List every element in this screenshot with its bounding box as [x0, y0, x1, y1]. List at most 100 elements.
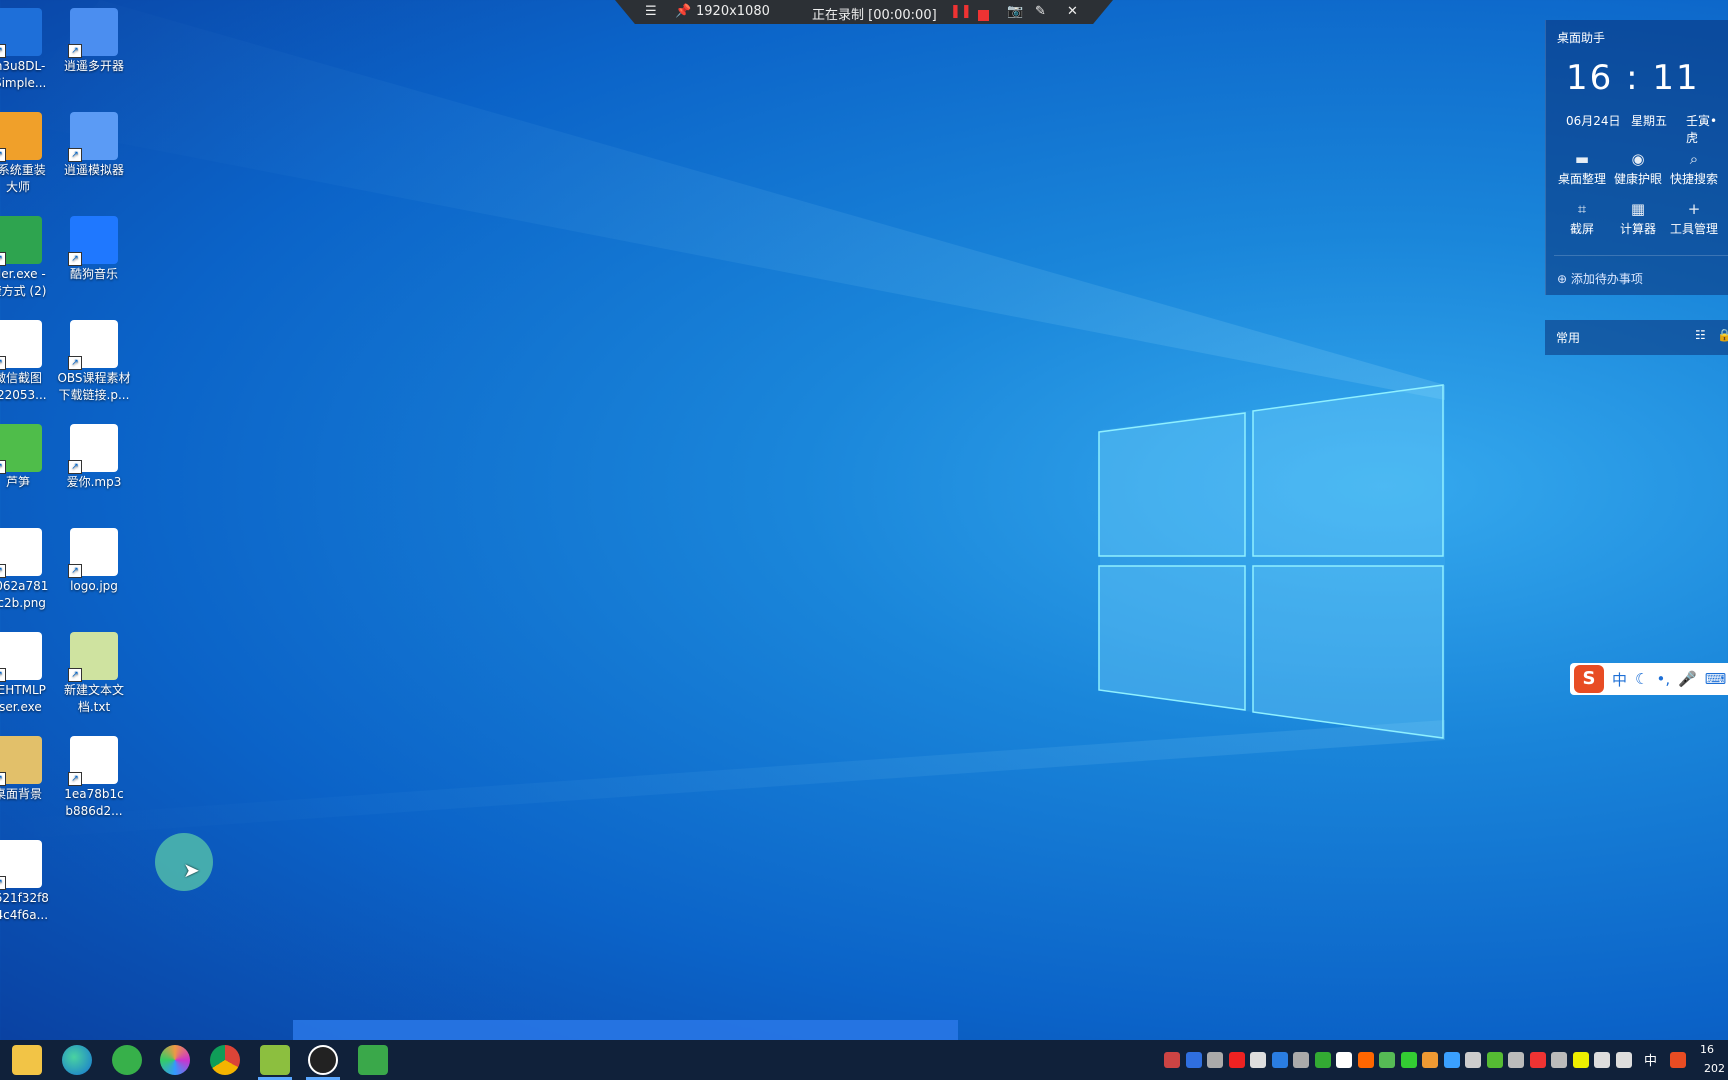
shortcut-arrow-icon: ↗	[68, 148, 82, 162]
tray-app-icon[interactable]	[1594, 1052, 1610, 1068]
moon-icon[interactable]: ☾	[1635, 670, 1648, 688]
tray-app-icon[interactable]	[1207, 1052, 1223, 1068]
tray-app-icon[interactable]	[1486, 1052, 1503, 1068]
tray-app-icon[interactable]	[1293, 1052, 1309, 1068]
tray-app-icon[interactable]	[1615, 1052, 1632, 1068]
assistant-date: 06月24日	[1566, 114, 1621, 128]
close-icon[interactable]: ✕	[1067, 4, 1078, 19]
desktop-icon[interactable]: ↗0系统重装 大师	[0, 112, 60, 196]
pen-icon[interactable]: ✎	[1035, 4, 1046, 19]
tray-app-icon[interactable]	[1185, 1052, 1202, 1068]
desktop-icon[interactable]: ↗m3u8DL- -Simple...	[0, 8, 60, 92]
desktop-icon[interactable]: ↗微信截图 022053...	[0, 320, 60, 404]
desktop-icon[interactable]: ↗EEHTMLP rser.exe	[0, 632, 60, 716]
add-todo-label: 添加待办事项	[1570, 272, 1643, 286]
desktop-icon[interactable]: ↗芦笋	[0, 424, 60, 491]
pin-icon[interactable]: 📌	[675, 4, 691, 19]
desktop-icon[interactable]: ↗ 爱你.mp3	[52, 424, 136, 491]
keyboard-icon[interactable]: ⌨	[1705, 670, 1727, 688]
tray-app-icon[interactable]	[1422, 1052, 1438, 1068]
resolution-label: 1920x1080	[696, 4, 770, 19]
sogou-tray-icon[interactable]	[1670, 1052, 1686, 1068]
desktop-icon[interactable]: ↗ OBS课程素材 下载链接.p...	[52, 320, 136, 404]
tool-calculator[interactable]: ▦ 计算器	[1610, 198, 1666, 237]
pause-icon[interactable]: ❚❚	[950, 4, 972, 19]
colorful-app-icon[interactable]	[160, 1045, 190, 1075]
reinstall-icon: ↗	[0, 112, 42, 162]
desktop-icon[interactable]: ↗ 酷狗音乐	[52, 216, 136, 283]
tray-app-icon[interactable]	[1551, 1052, 1567, 1068]
monitor-icon: ▬	[1574, 150, 1590, 168]
tray-ime-indicator[interactable]: 中	[1644, 1050, 1657, 1069]
tray-app-icon[interactable]	[1465, 1052, 1481, 1068]
desktop-icon-label: d621f32f8 44c4f6a...	[0, 891, 49, 922]
chrome-icon[interactable]	[210, 1045, 240, 1075]
tray-app-icon[interactable]	[1164, 1052, 1180, 1068]
desktop-icon[interactable]: ↗ 新建文本文 档.txt	[52, 632, 136, 716]
recording-status: 正在录制 [00:00:00]	[812, 8, 937, 23]
tray-app-icon[interactable]	[1572, 1052, 1589, 1068]
tray-app-icon[interactable]	[1508, 1052, 1524, 1068]
tray-app-icon[interactable]	[1357, 1052, 1374, 1068]
green-app-icon[interactable]	[358, 1045, 388, 1075]
tray-app-icon[interactable]	[1379, 1052, 1395, 1068]
common-section-header[interactable]: 常用 ☷ 🔒	[1545, 320, 1728, 355]
desktop-icon[interactable]: ↗dler.exe - 捷方式 (2)	[0, 216, 60, 300]
kugou-icon: ↗	[68, 216, 118, 266]
tray-app-icon[interactable]	[1228, 1052, 1245, 1068]
n-app-icon: ↗	[0, 8, 42, 58]
camera-icon[interactable]: 📷	[1007, 4, 1023, 19]
desktop-icon-label: dler.exe - 捷方式 (2)	[0, 267, 47, 298]
green-browser-icon[interactable]	[112, 1045, 142, 1075]
tray-app-icon[interactable]	[1443, 1052, 1460, 1068]
assistant-title: 桌面助手	[1557, 31, 1606, 45]
wallpaper-beams	[0, 0, 1445, 840]
tool-label: 计算器	[1619, 222, 1656, 236]
tray-app-icon[interactable]	[1250, 1052, 1266, 1068]
tool-desktop-organize[interactable]: ▬ 桌面整理	[1554, 148, 1610, 187]
tray-clock-date[interactable]: 202	[1704, 1062, 1725, 1075]
desktop-icon-label: 新建文本文 档.txt	[63, 683, 124, 714]
ime-mode[interactable]: 中	[1612, 669, 1627, 690]
list-icon[interactable]: ☷	[1695, 328, 1706, 342]
desktop-icon-label: EEHTMLP rser.exe	[0, 683, 46, 714]
search-icon: ⌕	[1689, 150, 1699, 168]
tool-quick-search[interactable]: ⌕ 快捷搜索	[1666, 148, 1722, 187]
edge-browser-icon[interactable]	[62, 1045, 92, 1075]
tray-app-icon[interactable]	[1271, 1052, 1288, 1068]
tool-screenshot[interactable]: ⌗ 截屏	[1554, 198, 1610, 237]
shortcut-arrow-icon: ↗	[0, 876, 6, 890]
desktop-icon[interactable]: ↗桌面背景	[0, 736, 60, 803]
xiaoyao-emulator-icon: ↗	[68, 112, 118, 162]
lock-icon[interactable]: 🔒	[1717, 328, 1728, 342]
assistant-clock: 16 : 11	[1566, 58, 1700, 98]
desktop-icon[interactable]: ↗ 逍遥多开器	[52, 8, 136, 75]
microphone-icon[interactable]: 🎤	[1678, 670, 1697, 688]
recording-toolbar: ☰ 📌 1920x1080 正在录制 [00:00:00] ❚❚ 📷 ✎ ✕	[615, 0, 1113, 24]
file-explorer-icon[interactable]	[12, 1045, 42, 1075]
tray-app-icon[interactable]	[1314, 1052, 1331, 1068]
tool-eye-care[interactable]: ◉ 健康护眼	[1610, 148, 1666, 187]
tool-manage[interactable]: + 工具管理	[1666, 198, 1722, 237]
desktop-icon[interactable]: ↗d621f32f8 44c4f6a...	[0, 840, 60, 924]
ime-toolbar[interactable]: S 中 ☾ •, 🎤 ⌨	[1570, 663, 1728, 695]
obs-icon[interactable]	[308, 1045, 338, 1075]
text-editor-icon[interactable]	[260, 1045, 290, 1075]
add-todo-button[interactable]: ⊕ 添加待办事项	[1557, 270, 1643, 287]
xiaoyao-multi-icon: ↗	[68, 8, 118, 58]
sogou-logo: S	[1574, 665, 1604, 693]
tray-app-icon[interactable]	[1400, 1052, 1417, 1068]
desktop-icon[interactable]: ↗ 逍遥模拟器	[52, 112, 136, 179]
desktop-icon[interactable]: ↗ 1ea78b1c b886d2...	[52, 736, 136, 820]
desktop-icon[interactable]: ↗5062a781 ac2b.png	[0, 528, 60, 612]
shortcut-arrow-icon: ↗	[68, 460, 82, 474]
punctuation-icon[interactable]: •,	[1656, 670, 1670, 688]
tray-clock-time[interactable]: 16	[1700, 1043, 1714, 1056]
desktop-icon[interactable]: ↗ logo.jpg	[52, 528, 136, 595]
shortcut-arrow-icon: ↗	[68, 356, 82, 370]
shortcut-arrow-icon: ↗	[0, 668, 6, 682]
hamburger-icon[interactable]: ☰	[645, 4, 657, 19]
folder-icon: ↗	[0, 736, 42, 786]
tray-app-icon[interactable]	[1336, 1052, 1352, 1068]
tray-app-icon[interactable]	[1529, 1052, 1546, 1068]
